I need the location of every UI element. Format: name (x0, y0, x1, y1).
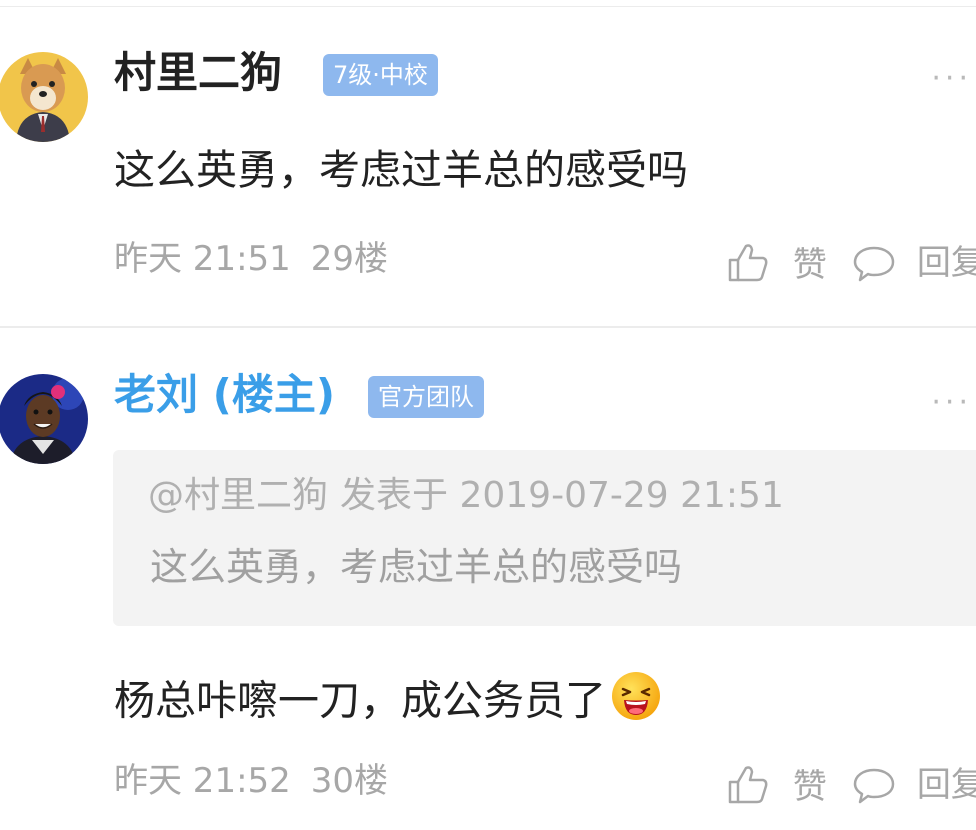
like-label: 赞 (792, 767, 827, 807)
author-name[interactable]: 老刘 (楼主) (114, 374, 335, 416)
dog-avatar-icon (0, 52, 88, 142)
reply-button[interactable]: 回复 (852, 244, 976, 284)
laughing-emoji-icon (610, 670, 662, 729)
quote-posted-at: 发表于 2019-07-29 21:51 (340, 475, 784, 516)
thumbs-up-icon (728, 244, 768, 282)
reply-label: 回复 (916, 765, 976, 805)
comment-time: 昨天 21:51 (114, 239, 291, 279)
like-button[interactable]: 赞 (726, 240, 827, 284)
floor-number: 30楼 (310, 761, 389, 801)
speech-bubble-icon (853, 246, 895, 282)
comment-content: 杨总咔嚓一刀，成公务员了 (114, 672, 662, 733)
floor-number: 29楼 (310, 239, 389, 279)
like-button[interactable]: 赞 (726, 762, 827, 806)
reply-label: 回复 (916, 243, 976, 283)
level-badge: 7级·中校 (323, 54, 438, 96)
comment-text: 杨总咔嚓一刀，成公务员了 (114, 676, 606, 725)
reply-button[interactable]: 回复 (852, 766, 976, 806)
top-divider (0, 6, 976, 7)
more-options-icon[interactable]: ··· (931, 64, 972, 94)
comment-divider (0, 326, 976, 328)
quote-text: 这么英勇，考虑过羊总的感受吗 (150, 545, 683, 589)
quote-mention[interactable]: @村里二狗 (148, 475, 328, 516)
more-options-icon[interactable]: ··· (931, 388, 972, 418)
thumbs-up-icon (728, 766, 768, 804)
comment-content: 这么英勇，考虑过羊总的感受吗 (114, 146, 688, 194)
like-label: 赞 (792, 245, 827, 285)
avatar[interactable] (0, 374, 88, 464)
author-name[interactable]: 村里二狗 (114, 52, 282, 94)
person-avatar-icon (0, 374, 88, 464)
official-badge: 官方团队 (368, 376, 484, 418)
comment-time: 昨天 21:52 (114, 761, 291, 801)
comment-meta: 昨天 21:52 30楼 (114, 764, 388, 798)
avatar[interactable] (0, 52, 88, 142)
speech-bubble-icon (853, 768, 895, 804)
quote-header: @村里二狗 发表于 2019-07-29 21:51 (148, 478, 784, 514)
comment-meta: 昨天 21:51 29楼 (114, 242, 388, 276)
